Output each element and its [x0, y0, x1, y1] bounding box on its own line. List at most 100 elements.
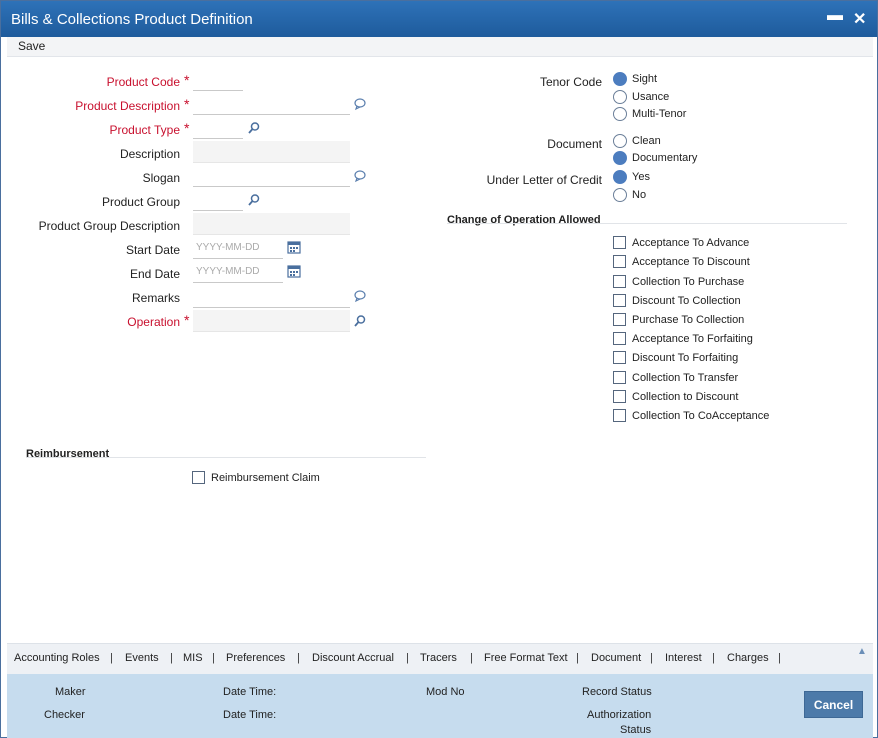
tab-preferences[interactable]: Preferences — [226, 652, 285, 664]
checkbox-purchase-to-collection[interactable] — [613, 313, 626, 326]
product-description-input[interactable] — [193, 93, 350, 115]
save-button[interactable]: Save — [18, 39, 45, 53]
title-bar: Bills & Collections Product Definition ▬… — [1, 1, 877, 37]
checkbox-collection-to-coacceptance[interactable] — [613, 409, 626, 422]
section-divider — [447, 223, 847, 224]
checkbox-acceptance-to-advance[interactable] — [613, 236, 626, 249]
tab-tracers[interactable]: Tracers — [420, 652, 457, 664]
start-date-label: Start Date — [125, 243, 180, 257]
search-icon[interactable] — [353, 314, 367, 328]
under-lc-yes-radio[interactable] — [613, 170, 627, 184]
reimbursement-claim-label: Reimbursement Claim — [211, 472, 320, 484]
end-date-input[interactable] — [193, 261, 283, 283]
checkbox-label: Collection To Transfer — [632, 372, 739, 384]
tab-interest[interactable]: Interest — [665, 652, 702, 664]
tab-separator: | — [406, 652, 409, 664]
product-description-label: Product Description — [75, 99, 180, 113]
description-label: Description — [119, 147, 180, 161]
change-of-operation-title: Change of Operation Allowed — [447, 214, 601, 226]
tab-separator: | — [470, 652, 473, 664]
tab-separator: | — [170, 652, 173, 664]
checkbox-label: Acceptance To Forfaiting — [632, 333, 753, 345]
document-documentary-label: Documentary — [632, 152, 698, 164]
document-documentary-radio[interactable] — [613, 151, 627, 165]
required-star: * — [184, 96, 190, 112]
start-date-input[interactable] — [193, 237, 283, 259]
tab-charges[interactable]: Charges — [727, 652, 769, 664]
close-icon[interactable]: ✕ — [853, 9, 866, 29]
document-label: Document — [547, 137, 602, 151]
tab-document[interactable]: Document — [591, 652, 641, 664]
authorization-status-label: Authorization — [587, 709, 652, 721]
checkbox-acceptance-to-discount[interactable] — [613, 255, 626, 268]
authorization-status-label-line2: Status — [620, 724, 652, 736]
under-lc-yes-label: Yes — [632, 171, 650, 183]
slogan-input[interactable] — [193, 165, 350, 187]
mod-no-label: Mod No — [426, 686, 465, 698]
product-group-description-label: Product Group Description — [38, 219, 180, 233]
search-icon[interactable] — [247, 193, 261, 207]
end-date-label: End Date — [129, 267, 180, 281]
tab-discount-accrual[interactable]: Discount Accrual — [312, 652, 394, 664]
speech-bubble-icon[interactable] — [353, 97, 367, 111]
remarks-label: Remarks — [131, 291, 180, 305]
speech-bubble-icon[interactable] — [353, 289, 367, 303]
tab-separator: | — [212, 652, 215, 664]
tab-mis[interactable]: MIS — [183, 652, 203, 664]
search-icon[interactable] — [247, 121, 261, 135]
product-type-input[interactable] — [193, 117, 243, 139]
cancel-button[interactable]: Cancel — [804, 691, 863, 718]
operation-input[interactable] — [193, 310, 350, 332]
remarks-input[interactable] — [193, 286, 350, 308]
checkbox-collection-to-purchase[interactable] — [613, 275, 626, 288]
operation-label: Operation — [127, 315, 180, 329]
calendar-icon[interactable] — [287, 264, 301, 278]
checkbox-collection-to-discount[interactable] — [613, 390, 626, 403]
checkbox-acceptance-to-forfaiting[interactable] — [613, 332, 626, 345]
under-lc-label: Under Letter of Credit — [486, 173, 602, 187]
calendar-icon[interactable] — [287, 240, 301, 254]
minimize-icon[interactable]: ▬ — [827, 7, 843, 25]
required-star: * — [184, 120, 190, 136]
checkbox-collection-to-transfer[interactable] — [613, 371, 626, 384]
product-definition-window: Bills & Collections Product Definition ▬… — [0, 0, 878, 738]
tab-accounting-roles[interactable]: Accounting Roles — [14, 652, 100, 664]
tenor-code-label: Tenor Code — [539, 75, 602, 89]
record-status-label: Record Status — [582, 686, 652, 698]
checkbox-discount-to-collection[interactable] — [613, 294, 626, 307]
section-divider — [26, 457, 426, 458]
checker-label: Checker — [44, 709, 85, 721]
under-lc-no-label: No — [632, 189, 647, 201]
product-code-label: Product Code — [106, 75, 180, 89]
tab-separator: | — [650, 652, 653, 664]
description-field — [193, 141, 350, 163]
tab-separator: | — [778, 652, 781, 664]
checkbox-label: Purchase To Collection — [632, 314, 745, 326]
tab-free-format-text[interactable]: Free Format Text — [484, 652, 568, 664]
tab-separator: | — [576, 652, 579, 664]
document-clean-radio[interactable] — [613, 134, 627, 148]
tenor-multi-tenor-radio[interactable] — [613, 107, 627, 121]
window-title: Bills & Collections Product Definition — [11, 11, 253, 28]
tab-events[interactable]: Events — [125, 652, 159, 664]
document-clean-label: Clean — [632, 135, 661, 147]
speech-bubble-icon[interactable] — [353, 169, 367, 183]
slogan-label: Slogan — [142, 171, 180, 185]
checkbox-label: Collection To Purchase — [632, 276, 745, 288]
reimbursement-title: Reimbursement — [26, 448, 110, 460]
collapse-arrow-icon[interactable]: ▲ — [857, 646, 867, 657]
product-group-input[interactable] — [193, 189, 243, 211]
tab-separator: | — [110, 652, 113, 664]
tenor-usance-radio[interactable] — [613, 90, 627, 104]
product-group-description-field — [193, 213, 350, 235]
under-lc-no-radio[interactable] — [613, 188, 627, 202]
tenor-sight-radio[interactable] — [613, 72, 627, 86]
checkbox-discount-to-forfaiting[interactable] — [613, 351, 626, 364]
sub-screen-tabs: Accounting Roles | Events | MIS | Prefer… — [7, 643, 873, 674]
checkbox-label: Acceptance To Discount — [632, 256, 750, 268]
product-code-input[interactable] — [193, 69, 243, 91]
tenor-sight-label: Sight — [632, 73, 658, 85]
product-group-label: Product Group — [101, 195, 180, 209]
reimbursement-claim-checkbox[interactable] — [192, 471, 205, 484]
maker-date-time-label: Date Time: — [223, 686, 277, 698]
